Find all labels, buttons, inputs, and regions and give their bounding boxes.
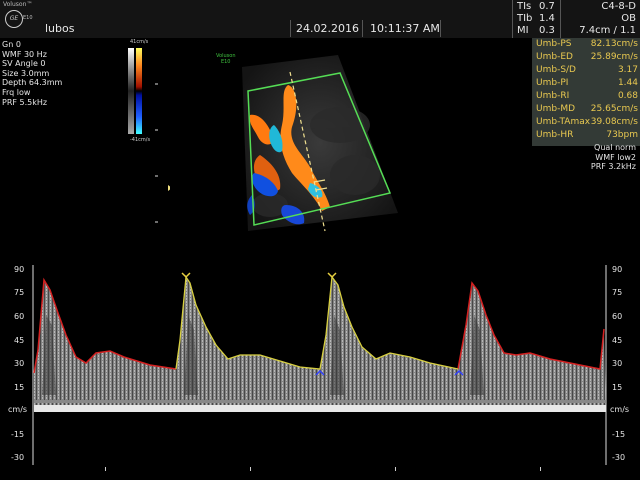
axis-unit-right: cm/s xyxy=(610,405,630,414)
axis-tick-right: -30 xyxy=(612,453,626,462)
tib-row: TIb 1.4 xyxy=(517,13,555,24)
colorbar-min-label: -41cm/s xyxy=(130,137,151,143)
peak-marker-icon xyxy=(181,272,337,279)
depth-zoom: 7.4cm / 1.1 xyxy=(579,25,636,36)
measurement-results-panel[interactable]: Umb-PS 82.13cm/s Umb-ED 25.89cm/s Umb-S/D 3… xyxy=(532,38,640,146)
measurement-value: 25.89cm/s xyxy=(590,52,638,62)
measurement-label: Umb-MD xyxy=(536,104,576,114)
axis-tick-left: 30 xyxy=(14,359,25,368)
param-wmf: WMF 30 Hz xyxy=(2,49,47,59)
measurement-row: Umb-PI 1.44 xyxy=(536,78,638,90)
measurement-label: Umb-HR xyxy=(536,130,574,140)
measurement-value: 39.08cm/s xyxy=(590,117,638,127)
divider xyxy=(440,20,441,37)
patient-name: lubos xyxy=(45,22,75,35)
axis-tick-left: 60 xyxy=(14,312,25,321)
tib-value: 1.4 xyxy=(539,13,555,24)
axis-tick-right: -15 xyxy=(612,430,626,439)
measurement-value: 73bpm xyxy=(606,130,638,140)
measurement-label: Umb-PI xyxy=(536,78,569,88)
measurement-value: 25.65cm/s xyxy=(590,104,638,114)
measurement-row: Umb-RI 0.68 xyxy=(536,91,638,103)
divider xyxy=(512,0,513,38)
axis-tick-right: 45 xyxy=(612,336,623,345)
measurement-value: 1.44 xyxy=(617,78,638,88)
measurement-row: Umb-HR 73bpm xyxy=(536,130,638,142)
mi-label: MI xyxy=(517,25,529,36)
model-label: E10 xyxy=(23,15,33,21)
measurement-row: Umb-TAmax 39.08cm/s xyxy=(536,117,638,129)
top-bar: Voluson™ GE E10 lubos 24.02.2016 10:11:3… xyxy=(0,0,640,38)
axis-tick-left: 90 xyxy=(14,265,25,274)
divider xyxy=(290,20,291,37)
measurement-label: Umb-S/D xyxy=(536,65,576,75)
measurement-row: Umb-MD 25.65cm/s xyxy=(536,104,638,116)
axis-tick-right: 90 xyxy=(612,265,623,274)
tib-label: TIb xyxy=(517,13,533,24)
tis-value: 0.7 xyxy=(539,1,555,12)
param-prf: PRF 5.5kHz xyxy=(2,97,48,107)
tis-label: TIs xyxy=(517,1,532,12)
colorbar-max-label: 41cm/s xyxy=(130,39,149,45)
param-quality: Qual norm xyxy=(594,143,636,152)
mi-value: 0.3 xyxy=(539,25,555,36)
param-size: Size 3.0mm xyxy=(2,68,50,78)
tis-row: TIs 0.7 xyxy=(517,1,555,12)
spectral-doppler-trace xyxy=(32,265,607,471)
ge-logo-icon: GE xyxy=(5,10,23,28)
divider xyxy=(362,20,363,37)
baseline xyxy=(34,405,606,412)
param-sv-angle: SV Angle 0 xyxy=(2,59,46,69)
param-prf-spectral: PRF 3.2kHz xyxy=(590,162,636,171)
depth-markers xyxy=(155,83,170,223)
divider xyxy=(560,0,561,38)
axis-tick-left: 15 xyxy=(14,383,25,392)
measurement-label: Umb-TAmax xyxy=(536,117,591,127)
measurement-label: Umb-ED xyxy=(536,52,573,62)
axis-tick-right: 30 xyxy=(612,359,623,368)
color-velocity-bar xyxy=(128,48,142,134)
exam-time: 10:11:37 AM xyxy=(370,22,440,35)
param-wmf-spectral: WMF low2 xyxy=(595,152,636,162)
mi-row: MI 0.3 xyxy=(517,25,555,36)
param-gain: Gn 0 xyxy=(2,40,21,49)
axis-tick-left: -15 xyxy=(11,430,25,439)
measurement-row: Umb-ED 25.89cm/s xyxy=(536,52,638,64)
measurement-row: Umb-PS 82.13cm/s xyxy=(536,39,638,51)
measurement-value: 3.17 xyxy=(617,65,638,75)
measurement-label: Umb-RI xyxy=(536,91,570,101)
spectral-parameters: Qual norm WMF low2 PRF 3.2kHz xyxy=(591,143,636,172)
axis-tick-right: 15 xyxy=(612,383,623,392)
focus-marker-icon xyxy=(168,185,170,191)
measurement-row: Umb-S/D 3.17 xyxy=(536,65,638,77)
axis-tick-right: 60 xyxy=(612,312,623,321)
probe-name: C4-8-D xyxy=(601,1,636,12)
brand-logo-text: Voluson™ xyxy=(3,1,33,8)
axis-tick-left: -30 xyxy=(11,453,25,462)
measurement-value: 0.68 xyxy=(617,91,638,101)
measurement-value: 82.13cm/s xyxy=(590,39,638,49)
axis-tick-left: 45 xyxy=(14,336,25,345)
preset-name: OB xyxy=(621,13,636,24)
axis-tick-left: 75 xyxy=(14,288,25,297)
param-depth: Depth 64.3mm xyxy=(2,78,63,88)
measurement-label: Umb-PS xyxy=(536,39,572,49)
color-doppler-image xyxy=(242,55,398,232)
axis-unit-left: cm/s xyxy=(8,405,28,414)
axis-tick-right: 75 xyxy=(612,288,623,297)
param-frq: Frq low xyxy=(2,87,31,97)
doppler-parameters: Gn 0 WMF 30 Hz SV Angle 0 Size 3.0mm Dep… xyxy=(2,40,62,107)
exam-date: 24.02.2016 xyxy=(296,22,359,35)
